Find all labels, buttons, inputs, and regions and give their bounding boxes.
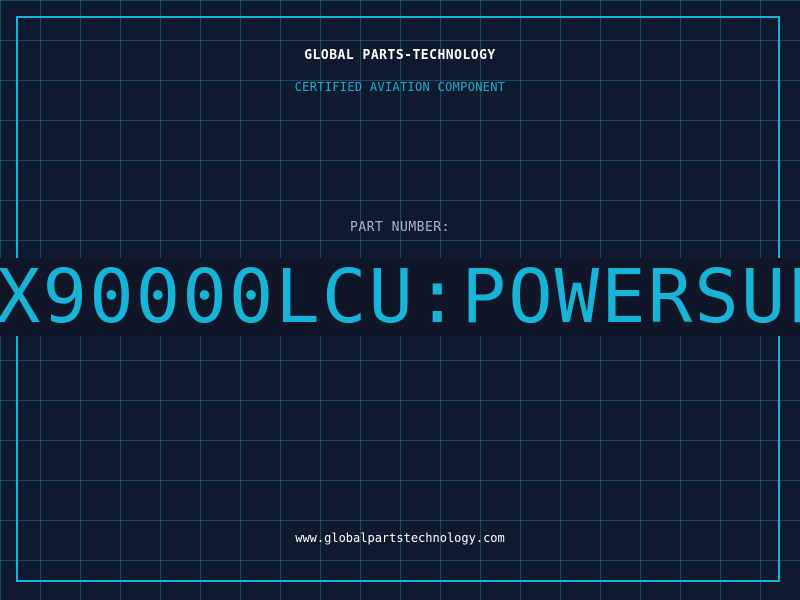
part-number-band: X90000LCU:POWERSUP: [0, 258, 800, 336]
certification-tagline: CERTIFIED AVIATION COMPONENT: [294, 80, 506, 94]
part-number-value: X90000LCU:POWERSUP: [0, 258, 800, 336]
part-number-label: PART NUMBER:: [350, 220, 450, 235]
website-url[interactable]: www.globalpartstechnology.com: [0, 531, 800, 545]
label-card: GLOBAL PARTS-TECHNOLOGY CERTIFIED AVIATI…: [0, 0, 800, 600]
company-name: GLOBAL PARTS-TECHNOLOGY: [304, 48, 496, 63]
